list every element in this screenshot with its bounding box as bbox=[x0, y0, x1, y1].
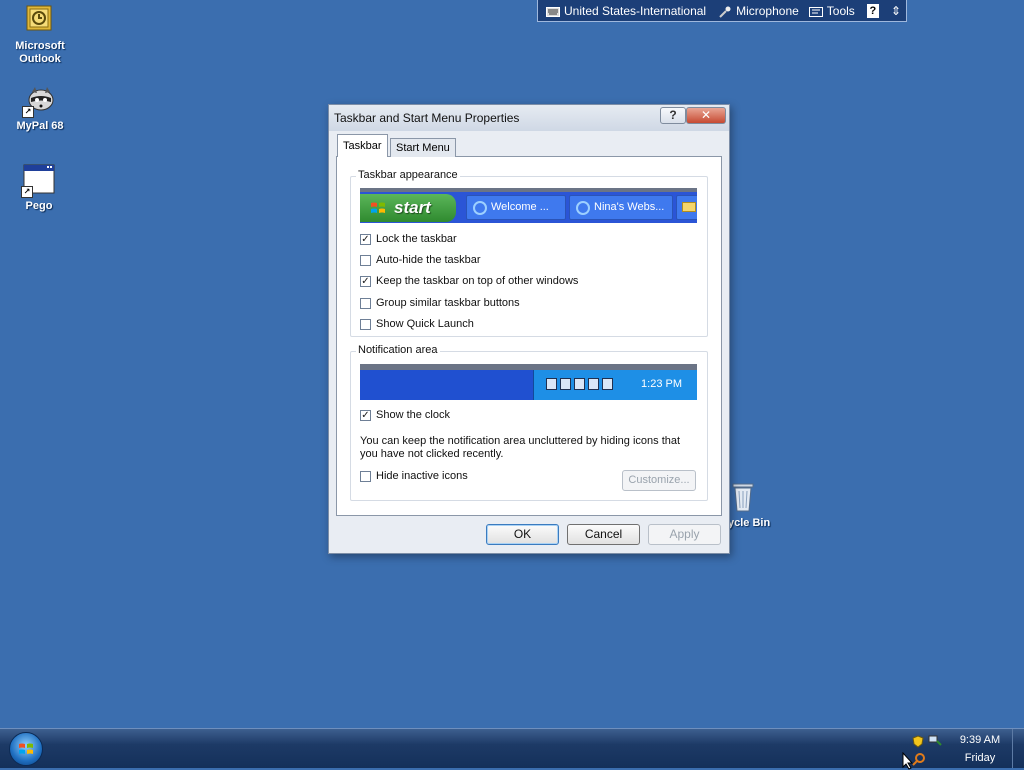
close-button[interactable]: ✕ bbox=[686, 107, 726, 124]
ok-button[interactable]: OK bbox=[486, 524, 559, 545]
shortcut-arrow-icon: ↗ bbox=[22, 106, 34, 118]
desktop-icon-label: Pego bbox=[25, 200, 53, 212]
show-desktop-button[interactable] bbox=[1012, 729, 1024, 768]
help-button[interactable]: ? bbox=[660, 107, 686, 124]
microphone-icon bbox=[718, 6, 732, 18]
preview-taskbar-button: Welcome ... bbox=[466, 195, 566, 220]
tab-taskbar[interactable]: Taskbar bbox=[337, 134, 388, 157]
tools-button[interactable]: Tools bbox=[808, 3, 855, 18]
checkbox-label: Hide inactive icons bbox=[376, 470, 468, 482]
preview-taskbar-button bbox=[676, 195, 697, 220]
taskbar-preview: start Welcome ... Nina's Webs... bbox=[360, 188, 697, 223]
recycle-bin-icon bbox=[730, 482, 778, 515]
preview-tray: 1:23 PM bbox=[533, 370, 697, 400]
language-bar-options-button[interactable]: ⇕ bbox=[891, 4, 901, 18]
outlook-icon bbox=[24, 4, 56, 36]
tray-icon bbox=[602, 378, 613, 390]
customize-button[interactable]: Customize... bbox=[622, 470, 696, 491]
notification-area-preview: 1:23 PM bbox=[360, 364, 697, 400]
checkbox-label: Show Quick Launch bbox=[376, 318, 474, 330]
cancel-button[interactable]: Cancel bbox=[567, 524, 640, 545]
dialog-title: Taskbar and Start Menu Properties bbox=[334, 111, 520, 125]
search-magnifier-icon[interactable] bbox=[912, 752, 926, 766]
preview-start-label: start bbox=[394, 198, 431, 217]
start-button[interactable] bbox=[9, 732, 43, 766]
desktop-icon-recycle-bin[interactable]: ycle Bin bbox=[728, 482, 778, 529]
microphone-label: Microphone bbox=[736, 3, 799, 18]
help-icon: ? bbox=[866, 3, 879, 18]
mouse-cursor-icon bbox=[902, 752, 914, 770]
preview-tray-icons bbox=[546, 378, 613, 390]
system-tray bbox=[910, 733, 942, 767]
tray-icon bbox=[546, 378, 557, 390]
keep-on-top-checkbox[interactable]: ✓ Keep the taskbar on top of other windo… bbox=[360, 275, 578, 287]
language-selector[interactable]: United States-International bbox=[546, 4, 706, 18]
apply-button[interactable]: Apply bbox=[648, 524, 721, 545]
tools-icon bbox=[808, 6, 823, 17]
windows-flag-icon bbox=[371, 202, 385, 213]
checkbox-box bbox=[360, 318, 371, 330]
mypal-raccoon-icon: ↗ bbox=[22, 84, 56, 118]
tray-icon bbox=[574, 378, 585, 390]
security-shield-icon[interactable] bbox=[912, 735, 924, 748]
auto-hide-taskbar-checkbox[interactable]: Auto-hide the taskbar bbox=[360, 254, 481, 266]
desktop-icon-label: ycle Bin bbox=[728, 517, 771, 529]
application-window-icon: ↗ bbox=[21, 164, 55, 198]
folder-icon bbox=[682, 202, 696, 212]
options-arrows-icon: ⇕ bbox=[890, 3, 901, 18]
internet-explorer-icon bbox=[576, 201, 590, 215]
microphone-button[interactable]: Microphone bbox=[718, 4, 799, 18]
keyboard-icon bbox=[546, 6, 560, 17]
checkbox-box bbox=[360, 254, 371, 266]
tray-icon bbox=[560, 378, 571, 390]
desktop-icon-label: Outlook bbox=[19, 53, 61, 65]
tools-label: Tools bbox=[826, 3, 855, 18]
checkbox-box: ✓ bbox=[360, 233, 371, 245]
language-bar: United States-International Microphone T… bbox=[537, 0, 907, 22]
tab-start-menu[interactable]: Start Menu bbox=[390, 138, 456, 157]
desktop-icon-outlook[interactable]: Microsoft Outlook bbox=[2, 4, 78, 66]
network-icon[interactable] bbox=[928, 735, 942, 747]
show-clock-checkbox[interactable]: ✓ Show the clock bbox=[360, 409, 450, 421]
taskbar: 9:39 AM Friday bbox=[0, 728, 1024, 768]
checkbox-label: Lock the taskbar bbox=[376, 233, 457, 245]
preview-start-button: start bbox=[360, 194, 456, 222]
language-bar-help-button[interactable]: ? bbox=[866, 3, 879, 18]
desktop-icon-label: MyPal 68 bbox=[16, 120, 64, 132]
checkbox-label: Auto-hide the taskbar bbox=[376, 254, 481, 266]
desktop-icon-mypal[interactable]: ↗ MyPal 68 bbox=[2, 84, 78, 133]
desktop-icon-pego[interactable]: ↗ Pego bbox=[1, 164, 77, 213]
windows-logo-icon bbox=[19, 743, 33, 754]
tray-icon bbox=[588, 378, 599, 390]
internet-explorer-icon bbox=[473, 201, 487, 215]
lock-taskbar-checkbox[interactable]: ✓ Lock the taskbar bbox=[360, 233, 457, 245]
desktop-icon-label: Microsoft bbox=[15, 40, 65, 52]
group-similar-buttons-checkbox[interactable]: Group similar taskbar buttons bbox=[360, 297, 520, 309]
language-label: United States-International bbox=[564, 3, 707, 18]
checkbox-box: ✓ bbox=[360, 409, 371, 421]
preview-taskbar-button: Nina's Webs... bbox=[569, 195, 673, 220]
checkbox-box bbox=[360, 297, 371, 309]
notification-area-title: Notification area bbox=[356, 344, 440, 356]
checkbox-box bbox=[360, 470, 371, 482]
shortcut-arrow-icon: ↗ bbox=[21, 186, 33, 198]
checkbox-label: Keep the taskbar on top of other windows bbox=[376, 275, 579, 287]
preview-clock: 1:23 PM bbox=[641, 378, 682, 390]
clock-day[interactable]: Friday bbox=[955, 752, 1005, 764]
checkbox-label: Show the clock bbox=[376, 409, 450, 421]
dialog-titlebar[interactable]: Taskbar and Start Menu Properties ? ✕ bbox=[329, 105, 729, 131]
checkbox-label: Group similar taskbar buttons bbox=[376, 297, 520, 309]
notification-description: You can keep the notification area unclu… bbox=[360, 435, 681, 460]
hide-inactive-icons-checkbox[interactable]: Hide inactive icons bbox=[360, 470, 468, 482]
checkbox-box: ✓ bbox=[360, 275, 371, 287]
clock-time[interactable]: 9:39 AM bbox=[955, 734, 1005, 746]
show-quick-launch-checkbox[interactable]: Show Quick Launch bbox=[360, 318, 474, 330]
taskbar-appearance-title: Taskbar appearance bbox=[356, 169, 460, 181]
